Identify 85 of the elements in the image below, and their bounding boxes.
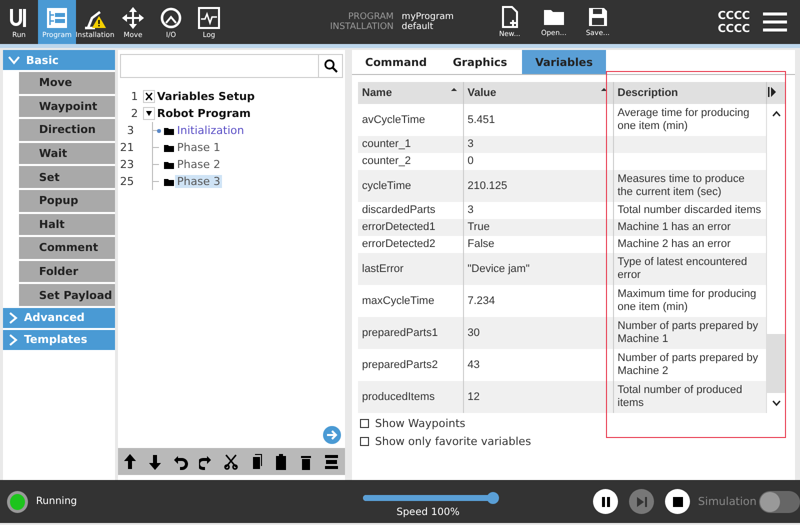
table-cell: cycleTime [358, 170, 463, 202]
variable-icon [143, 90, 155, 103]
status-light [7, 490, 28, 512]
table-cell: Type of latest encountered error [613, 253, 766, 285]
status-text: CCCC [718, 22, 750, 35]
command-item[interactable]: Folder [19, 260, 115, 282]
pause-button[interactable] [593, 489, 618, 514]
table-cell: True [463, 219, 613, 236]
chevron-right-icon [8, 334, 18, 346]
checkbox[interactable] [360, 436, 369, 446]
program-tree-icon [45, 6, 69, 30]
line-number: 2 [130, 107, 138, 120]
io-circle-icon [159, 6, 183, 30]
table-cell: preparedParts1 [358, 317, 463, 349]
program-node[interactable]: Initialization [175, 124, 246, 137]
program-node[interactable]: Variables Setup [155, 90, 257, 103]
checkbox[interactable] [360, 418, 369, 428]
move-arrows-icon [121, 6, 145, 30]
installation-name: default [402, 22, 434, 32]
stop-button[interactable] [665, 489, 690, 514]
line-number: 1 [130, 90, 138, 103]
command-item[interactable]: Move [19, 72, 115, 94]
scroll-thumb[interactable] [767, 334, 785, 393]
installation-label: INSTALLATION [330, 22, 394, 32]
status-text: CCCC [718, 9, 750, 22]
scissors-icon[interactable] [224, 452, 238, 470]
command-item[interactable]: Waypoint [19, 96, 115, 118]
arrow-right-circle-icon[interactable] [323, 426, 341, 444]
checkbox-label: Show Waypoints [375, 416, 466, 430]
command-item[interactable]: Halt [19, 214, 115, 236]
tab[interactable]: Variables [522, 50, 606, 74]
line-number: 23 [119, 158, 134, 171]
table-cell: Measures time to produce the current item (sec) [613, 170, 766, 202]
line-number: 25 [119, 175, 134, 188]
table-cell: 210.125 [463, 170, 613, 202]
new-file-icon [500, 6, 520, 28]
chevron-down-icon [8, 55, 20, 65]
sort-arrow-icon [600, 87, 606, 91]
search-icon [324, 59, 338, 73]
table-cell: errorDetected1 [358, 219, 463, 236]
command-item[interactable]: Popup [19, 190, 115, 212]
table-cell: producedItems [358, 381, 463, 413]
paste-icon[interactable] [274, 452, 289, 470]
graph-icon [197, 6, 221, 30]
command-item[interactable]: Set [19, 166, 115, 188]
speed-label: Speed 100% [396, 506, 460, 518]
arrow-up-icon[interactable] [124, 452, 138, 470]
program-name: myProgram [402, 12, 454, 22]
column-header[interactable]: Name [358, 82, 463, 104]
table-cell: 30 [463, 317, 613, 349]
program-node[interactable]: Phase 3 [175, 175, 222, 188]
checkbox-label: Show only favorite variables [375, 434, 532, 448]
chevron-right-icon [8, 312, 18, 324]
table-cell: lastError [358, 253, 463, 285]
command-item[interactable]: Wait [19, 142, 115, 164]
program-node[interactable]: Phase 1 [175, 141, 222, 154]
menu-icon[interactable] [762, 12, 788, 32]
table-cell: Total number of produced items [613, 381, 766, 413]
suppress-icon[interactable] [325, 452, 340, 470]
line-number: 3 [126, 124, 134, 137]
save-icon [588, 7, 608, 27]
command-item[interactable]: Direction [19, 119, 115, 141]
simulation-toggle[interactable] [758, 490, 800, 512]
table-cell: 3 [463, 136, 613, 153]
table-cell: 12 [463, 381, 613, 413]
column-header[interactable]: Value [463, 82, 613, 104]
table-cell: Number of parts prepared by Machine 1 [613, 317, 766, 349]
line-number: 21 [119, 141, 134, 154]
simulation-label: Simulation [698, 495, 757, 508]
collapse-column-icon[interactable] [766, 86, 776, 98]
program-label: PROGRAM [347, 12, 394, 22]
folder-icon [542, 7, 565, 27]
sort-arrow-icon [450, 87, 456, 91]
arrow-down-icon[interactable] [148, 452, 163, 470]
column-header[interactable]: Description [613, 82, 766, 104]
program-node[interactable]: Phase 2 [175, 158, 222, 171]
command-item[interactable]: Comment [19, 237, 115, 259]
table-cell: Machine 1 has an error [613, 219, 766, 236]
scrollbar[interactable] [766, 104, 785, 413]
command-item[interactable]: Set Payload [19, 284, 115, 306]
table-cell: "Device jam" [463, 253, 613, 285]
table-cell: counter_1 [358, 136, 463, 153]
search-field[interactable] [120, 54, 343, 78]
program-node[interactable]: Robot Program [155, 107, 253, 120]
status-text: Running [36, 496, 78, 507]
